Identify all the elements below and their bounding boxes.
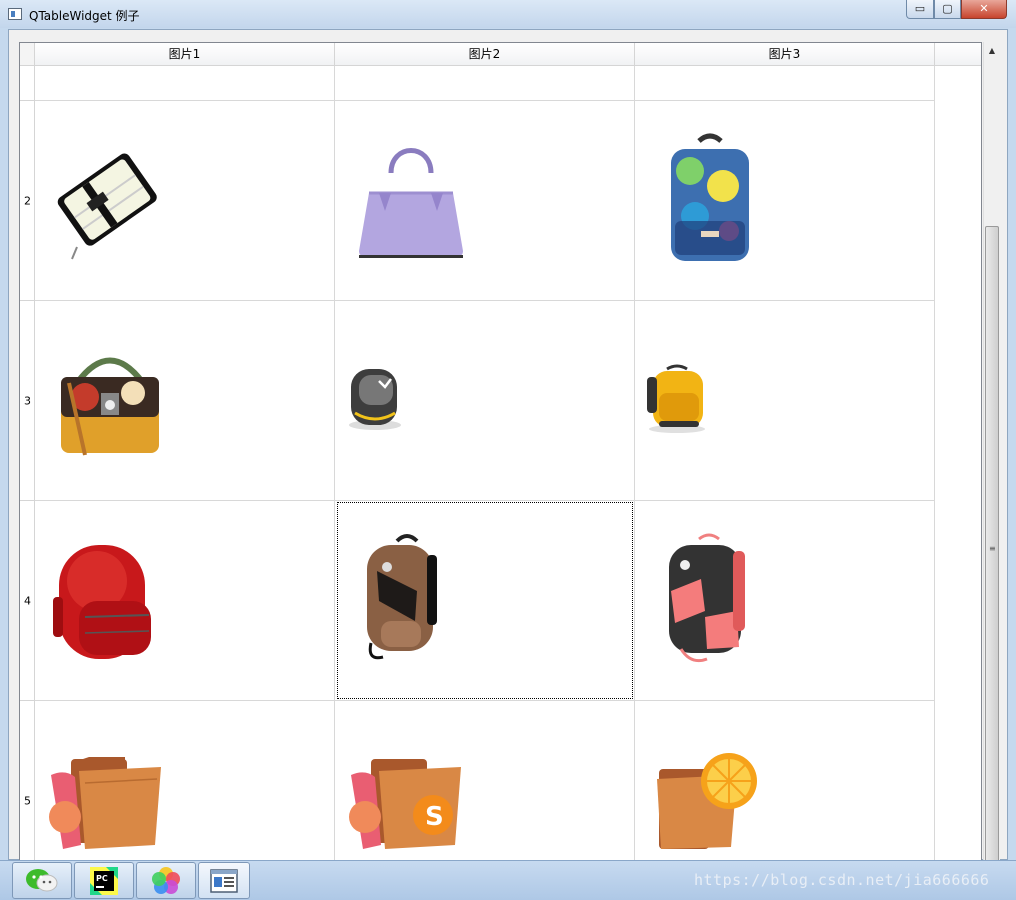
close-button[interactable]: ✕	[961, 0, 1007, 19]
table-cell[interactable]: S	[335, 701, 635, 860]
folder-photos-icon	[49, 757, 161, 849]
table-cell[interactable]	[35, 501, 335, 701]
window-icon	[8, 8, 22, 20]
clutch-wallet-icon	[57, 153, 157, 260]
grip-icon: ≡	[989, 544, 996, 553]
brown-backpack-icon	[367, 534, 437, 660]
scroll-up-arrow-icon[interactable]: ▲	[984, 42, 1000, 59]
column-header-1[interactable]: 图片1	[35, 43, 335, 66]
taskbar-wechat[interactable]	[12, 862, 72, 899]
pink-black-backpack-icon	[669, 533, 745, 663]
column-header-3[interactable]: 图片3	[635, 43, 935, 66]
client-area: 图片1 图片2 图片3 2 3 4 5 S ▲ ≡	[8, 29, 1008, 866]
window-title: QTableWidget 例子	[29, 9, 140, 23]
pycharm-icon: PC	[90, 866, 118, 895]
minimize-button[interactable]: ▭	[906, 0, 934, 19]
row-header-3[interactable]: 3	[20, 301, 35, 501]
table-cell[interactable]	[635, 701, 935, 860]
taskbar-color-app[interactable]	[136, 862, 196, 899]
wechat-icon	[26, 868, 58, 891]
folder-sublime-icon: S	[349, 759, 461, 849]
main-window: QTableWidget 例子 ▭ ▢ ✕ 图片1 图片2 图片3 2 3 4 …	[0, 0, 1016, 866]
title-bar[interactable]: QTableWidget 例子 ▭ ▢ ✕	[0, 0, 1016, 28]
row-header-5[interactable]: 5	[20, 701, 35, 860]
scrollbar-thumb[interactable]: ≡	[985, 226, 999, 866]
maximize-button[interactable]: ▢	[934, 0, 961, 19]
table-cell[interactable]	[335, 301, 635, 501]
svg-text:PC: PC	[96, 874, 108, 883]
table-widget[interactable]: 图片1 图片2 图片3 2 3 4 5 S	[19, 42, 982, 861]
table-cell[interactable]	[635, 501, 935, 701]
colorful-satchel-icon	[61, 357, 159, 456]
taskbar-pycharm[interactable]: PC	[74, 862, 134, 899]
table-cell[interactable]	[35, 101, 335, 301]
folder-orange-icon	[657, 753, 757, 849]
table-cell[interactable]	[335, 501, 635, 701]
taskbar-qt-window[interactable]	[198, 862, 250, 899]
table-cell[interactable]	[335, 101, 635, 301]
table-cell[interactable]	[35, 701, 335, 860]
table-corner-button[interactable]	[20, 43, 35, 66]
gray-backpack-icon	[349, 369, 401, 430]
watermark-text: https://blog.csdn.net/jia666666	[694, 871, 990, 889]
header-filler	[935, 43, 981, 66]
table-cell[interactable]	[635, 301, 935, 501]
row-header-2[interactable]: 2	[20, 101, 35, 301]
yellow-backpack-icon	[647, 364, 705, 433]
column-header-2[interactable]: 图片2	[335, 43, 635, 66]
table-cell[interactable]	[35, 66, 335, 101]
red-backpack-icon	[53, 545, 151, 659]
table-cell[interactable]	[335, 66, 635, 101]
vertical-scrollbar[interactable]: ▲ ≡	[983, 42, 1000, 866]
qt-table-window-icon	[210, 868, 238, 893]
row-header-1[interactable]	[20, 66, 35, 101]
color-wheel-app-icon	[152, 866, 180, 894]
colorful-backpack-icon	[671, 133, 749, 261]
svg-text:S: S	[425, 802, 444, 832]
purple-handbag-icon	[359, 148, 463, 258]
table-cell[interactable]	[35, 301, 335, 501]
table-cell[interactable]	[635, 66, 935, 101]
row-header-4[interactable]: 4	[20, 501, 35, 701]
table-cell[interactable]	[635, 101, 935, 301]
